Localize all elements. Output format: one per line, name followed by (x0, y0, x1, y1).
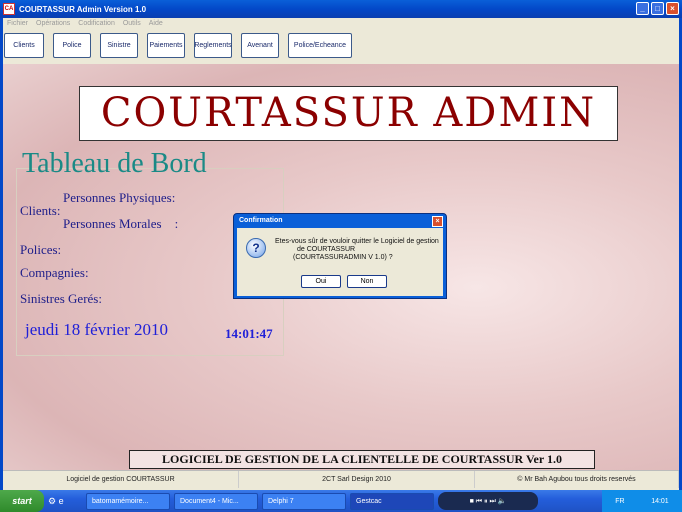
message-line: (COURTASSURADMIN V 1.0) ? (293, 254, 393, 261)
paiements-button[interactable]: Paiements (147, 33, 185, 58)
compagnies-label: Compagnies: (20, 265, 89, 280)
non-button[interactable]: Non (347, 275, 387, 288)
oui-button[interactable]: Oui (301, 275, 341, 288)
sinistres-label: Sinistres Gerés: (20, 291, 102, 306)
avenant-button[interactable]: Avenant (241, 33, 279, 58)
message-line: Etes-vous sûr de vouloir quitter le Logi… (275, 238, 439, 245)
clients-label: Clients: (20, 203, 61, 218)
dialog-close-button[interactable]: × (432, 216, 443, 227)
status-design: 2CT Sarl Design 2010 (239, 471, 475, 488)
sinistre-button[interactable]: Sinistre (100, 33, 138, 58)
personnes-morales-label: Personnes Morales : (63, 216, 179, 231)
police-echeance-button[interactable]: Police/Echeance (288, 33, 352, 58)
menu-bar: Fichier Opérations Codification Outils A… (3, 18, 679, 29)
status-app: Logiciel de gestion COURTASSUR (3, 471, 239, 488)
app-logo-icon: CA (3, 3, 15, 15)
status-bar: Logiciel de gestion COURTASSUR 2CT Sarl … (3, 470, 679, 488)
title-bar: CA COURTASSUR Admin Version 1.0 _ □ × (0, 0, 682, 18)
taskbar: start ⚙ e batomamémoire... Document4 - M… (0, 490, 682, 512)
menu-outils[interactable]: Outils (123, 18, 141, 29)
police-button[interactable]: Police (53, 33, 91, 58)
menu-codification[interactable]: Codification (78, 18, 115, 29)
app-banner: COURTASSUR ADMIN (79, 86, 618, 141)
task-gestcac[interactable]: Gestcac (350, 492, 434, 510)
dashboard-title: Tableau de Bord (22, 148, 207, 179)
minimize-button[interactable]: _ (636, 2, 649, 15)
personnes-physiques-label: Personnes Physiques: (63, 190, 176, 205)
task-word-memoire[interactable]: batomamémoire... (86, 492, 170, 510)
software-title: LOGICIEL DE GESTION DE LA CLIENTELLE DE … (129, 450, 595, 469)
current-date: jeudi 18 février 2010 (25, 320, 169, 339)
reglements-button[interactable]: Reglements (194, 33, 232, 58)
task-document4[interactable]: Document4 - Mic... (174, 492, 258, 510)
polices-label: Polices: (20, 242, 62, 257)
quick-launch-icons[interactable]: ⚙ e (48, 496, 82, 507)
task-delphi[interactable]: Delphi 7 (262, 492, 346, 510)
toolbar: Clients Police Sinistre Paiements Reglem… (3, 29, 679, 64)
question-icon: ? (246, 238, 266, 258)
dialog-title: Confirmation (239, 217, 283, 224)
close-button[interactable]: × (666, 2, 679, 15)
window-title: COURTASSUR Admin Version 1.0 (19, 4, 147, 14)
confirmation-dialog: Confirmation × ? Etes-vous sûr de vouloir… (233, 213, 447, 299)
media-player-controls[interactable]: ■ ⏮ ⏸ ⏭ 🔈 (438, 492, 538, 510)
dialog-message: Etes-vous sûr de vouloir quitter le Logi… (275, 238, 439, 262)
menu-fichier[interactable]: Fichier (7, 18, 28, 29)
current-time: 14:01:47 (225, 326, 273, 341)
language-indicator[interactable]: FR (615, 498, 624, 505)
maximize-button[interactable]: □ (651, 2, 664, 15)
status-copyright: © Mr Bah Agubou tous droits reservés (475, 471, 679, 488)
clients-button[interactable]: Clients (4, 33, 44, 58)
tray-clock: 14:01 (651, 497, 669, 505)
system-tray: FR 14:01 (602, 490, 682, 512)
menu-aide[interactable]: Aide (149, 18, 163, 29)
start-button[interactable]: start (0, 490, 44, 512)
message-line: de COURTASSUR (297, 246, 356, 253)
menu-operations[interactable]: Opérations (36, 18, 70, 29)
